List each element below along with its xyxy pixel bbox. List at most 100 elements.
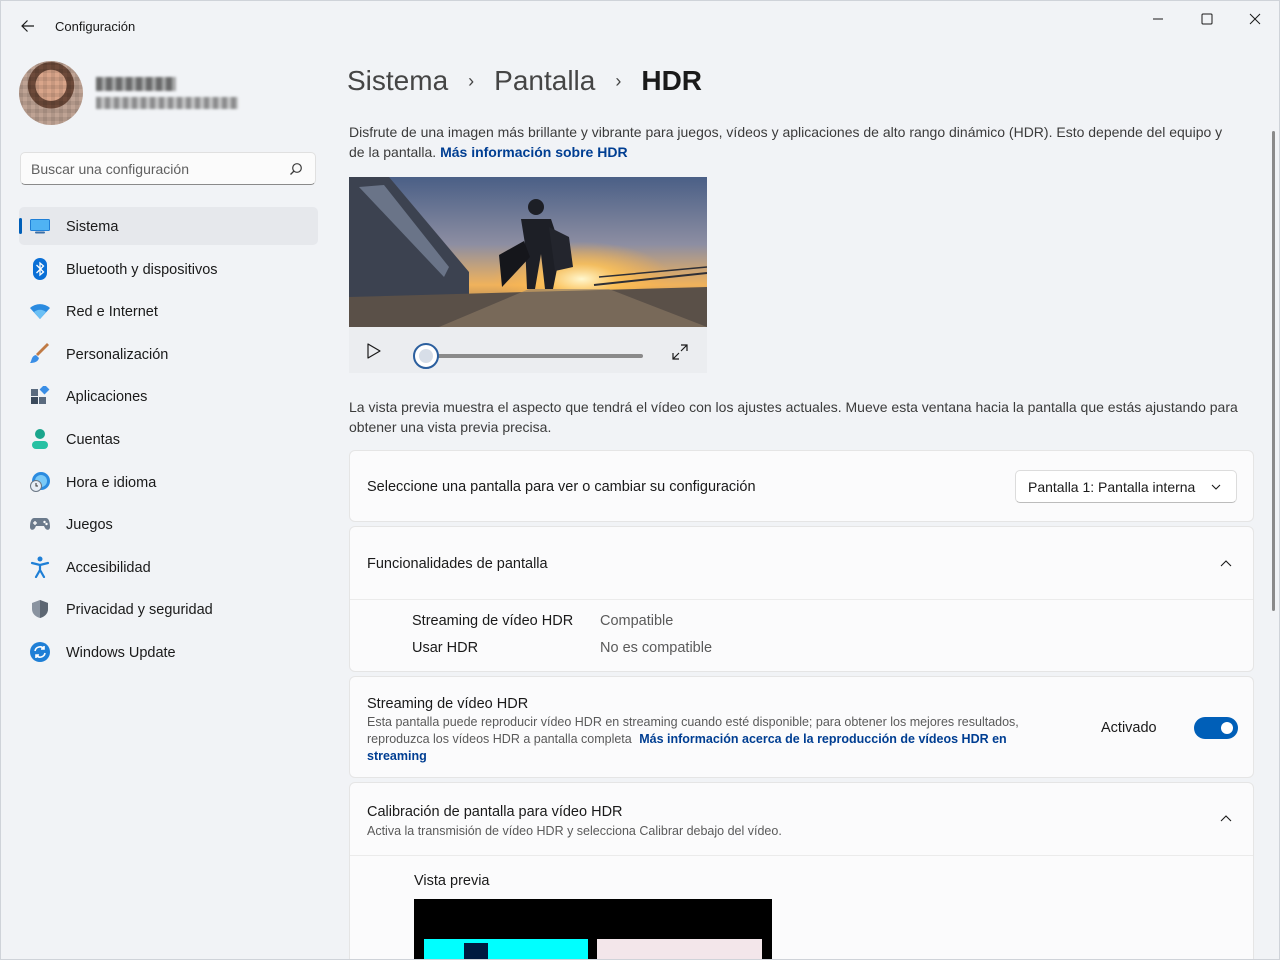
feature-name: Usar HDR: [412, 640, 479, 656]
display-features-card: Funcionalidades de pantalla Streaming de…: [349, 526, 1254, 672]
calibration-cyan-panel: [424, 939, 588, 959]
search-box: [20, 152, 316, 185]
chevron-up-icon[interactable]: [1219, 559, 1233, 569]
hdr-streaming-toggle[interactable]: [1194, 717, 1238, 739]
breadcrumb-sistema[interactable]: Sistema: [347, 65, 448, 97]
intro-description: Disfrute de una imagen más brillante y v…: [349, 122, 1229, 162]
divider: [350, 599, 1253, 600]
brush-icon: [29, 342, 51, 364]
sidebar-item-label: Windows Update: [66, 644, 176, 661]
display-features-header[interactable]: Funcionalidades de pantalla: [350, 527, 1253, 599]
sidebar-item-aplicaciones[interactable]: Aplicaciones: [19, 377, 318, 415]
sidebar-item-label: Juegos: [66, 517, 113, 534]
hdr-calibration-title: Calibración de pantalla para vídeo HDR: [367, 804, 623, 820]
hdr-streaming-toggle-label: Activado: [1101, 720, 1157, 736]
arrow-left-icon: [21, 20, 34, 32]
user-profile[interactable]: [19, 61, 319, 127]
hdr-calibration-description: Activa la transmisión de vídeo HDR y sel…: [367, 824, 782, 838]
chevron-up-icon[interactable]: [1219, 814, 1233, 824]
back-button[interactable]: [15, 13, 41, 39]
sidebar-item-label: Aplicaciones: [66, 389, 148, 406]
calibration-preview-title: Vista previa: [414, 873, 490, 889]
hdr-calibration-card: Calibración de pantalla para vídeo HDR A…: [349, 782, 1254, 959]
sidebar-item-label: Bluetooth y dispositivos: [66, 261, 218, 278]
monitor-icon: [29, 216, 51, 236]
settings-window: Configuración Sistema: [0, 0, 1280, 960]
sidebar-item-bluetooth[interactable]: Bluetooth y dispositivos: [19, 250, 318, 288]
shield-icon: [29, 599, 51, 619]
apps-icon: [29, 386, 51, 406]
display-select-label: Seleccione una pantalla para ver o cambi…: [367, 479, 756, 495]
sidebar-item-label: Sistema: [66, 219, 119, 235]
sidebar-item-label: Accesibilidad: [66, 559, 151, 576]
chevron-right-icon: ›: [468, 70, 475, 91]
divider: [350, 855, 1253, 856]
sidebar-item-hora[interactable]: Hora e idioma: [19, 463, 318, 501]
calibration-pink-panel: [597, 939, 762, 959]
search-icon[interactable]: [289, 162, 303, 176]
hdr-streaming-description: Esta pantalla puede reproducir vídeo HDR…: [367, 714, 1057, 765]
toggle-knob: [1221, 722, 1233, 734]
app-title: Configuración: [55, 19, 136, 34]
fullscreen-icon[interactable]: [671, 343, 689, 361]
feature-name: Streaming de vídeo HDR: [412, 613, 574, 629]
video-seek-thumb[interactable]: [413, 343, 439, 369]
video-frame-image: [349, 177, 707, 327]
sidebar-item-cuentas[interactable]: Cuentas: [19, 420, 318, 458]
feature-value: No es compatible: [600, 640, 713, 656]
profile-email-redacted: [96, 97, 238, 109]
sidebar-item-personalizacion[interactable]: Personalización: [19, 335, 318, 373]
sidebar-item-label: Hora e idioma: [66, 474, 157, 491]
sidebar-item-accesibilidad[interactable]: Accesibilidad: [19, 548, 318, 586]
sidebar-item-red[interactable]: Red e Internet: [19, 292, 318, 330]
page-title: HDR: [641, 65, 703, 96]
hdr-calibration-header[interactable]: Calibración de pantalla para vídeo HDR A…: [350, 783, 1253, 855]
calibration-bar: [464, 943, 488, 959]
content-scrollbar[interactable]: [1272, 131, 1275, 611]
calibration-preview-image: [414, 899, 772, 959]
feature-value: Compatible: [600, 613, 674, 629]
play-icon[interactable]: [365, 342, 383, 360]
globe-clock-icon: [29, 471, 51, 492]
display-features-title: Funcionalidades de pantalla: [367, 556, 548, 572]
profile-name-redacted: [96, 77, 176, 91]
minimize-icon: [1153, 18, 1163, 20]
sidebar-item-label: Red e Internet: [66, 304, 158, 321]
wifi-icon: [29, 301, 51, 321]
update-icon: [29, 641, 51, 662]
breadcrumb-pantalla[interactable]: Pantalla: [494, 65, 595, 97]
display-dropdown[interactable]: Pantalla 1: Pantalla interna: [1015, 470, 1237, 503]
hdr-streaming-title: Streaming de vídeo HDR: [367, 696, 529, 712]
avatar: [19, 61, 83, 125]
gamepad-icon: [29, 514, 51, 534]
search-input[interactable]: [31, 159, 281, 179]
maximize-button[interactable]: [1185, 7, 1229, 31]
title-bar: Configuración: [1, 1, 1279, 49]
video-player-controls: [349, 327, 707, 373]
sidebar-item-label: Personalización: [66, 346, 169, 363]
breadcrumb: Sistema › Pantalla › HDR: [347, 61, 702, 101]
close-button[interactable]: [1233, 7, 1277, 31]
video-seek-slider[interactable]: [425, 354, 643, 358]
close-icon: [1249, 13, 1261, 25]
sidebar-nav: Sistema Bluetooth y dispositivos Red e I…: [19, 207, 318, 676]
hdr-streaming-card: Streaming de vídeo HDR Esta pantalla pue…: [349, 676, 1254, 778]
learn-more-hdr-link[interactable]: Más información sobre HDR: [440, 144, 627, 160]
sidebar-item-juegos[interactable]: Juegos: [19, 505, 318, 543]
accessibility-icon: [29, 556, 51, 578]
hdr-video-preview: [349, 177, 707, 327]
minimize-button[interactable]: [1136, 7, 1180, 31]
chevron-down-icon: [1211, 484, 1221, 490]
sidebar-item-label: Cuentas: [66, 431, 121, 448]
person-icon: [29, 428, 51, 449]
chevron-right-icon: ›: [615, 70, 622, 91]
sidebar-item-label: Privacidad y seguridad: [66, 602, 213, 619]
preview-note: La vista previa muestra el aspecto que t…: [349, 399, 1238, 435]
sidebar-item-sistema[interactable]: Sistema: [19, 207, 318, 245]
display-dropdown-value: Pantalla 1: Pantalla interna: [1028, 479, 1196, 495]
maximize-icon: [1201, 13, 1213, 25]
sidebar-item-windows-update[interactable]: Windows Update: [19, 633, 318, 671]
bluetooth-icon: [29, 257, 51, 280]
sidebar-item-privacidad[interactable]: Privacidad y seguridad: [19, 590, 318, 628]
display-select-card: Seleccione una pantalla para ver o cambi…: [349, 450, 1254, 522]
